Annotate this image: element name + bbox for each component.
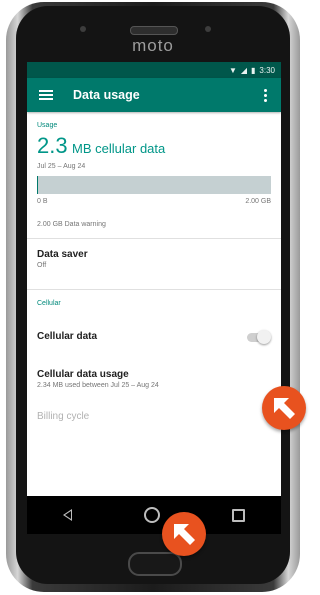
back-icon[interactable] <box>63 509 72 521</box>
usage-amount-value: 2.3 <box>37 133 68 158</box>
billing-cycle-label: Billing cycle <box>37 411 90 422</box>
more-vert-icon[interactable] <box>264 88 267 102</box>
usage-bar-max: 2.00 GB <box>245 198 271 205</box>
usage-section-label: Usage <box>37 122 58 129</box>
data-saver-title: Data saver <box>37 249 88 260</box>
status-bar: ▼ ◢ ▮ 3:30 <box>27 62 281 78</box>
cellular-data-usage-row[interactable]: Cellular data usage 2.34 MB used between… <box>27 369 281 389</box>
usage-amount-unit: MB cellular data <box>72 141 166 156</box>
brand-logo: moto <box>132 36 174 55</box>
data-saver-status: Off <box>37 262 47 269</box>
status-time: 3:30 <box>259 65 275 75</box>
hamburger-icon[interactable] <box>39 90 53 100</box>
screen: ▼ ◢ ▮ 3:30 Data usage Usage 2.3 MB cellu… <box>27 62 281 528</box>
usage-date-range: Jul 25 – Aug 24 <box>37 163 86 170</box>
cellular-data-label: Cellular data <box>37 331 98 342</box>
page-title: Data usage <box>73 88 140 102</box>
cellular-section-label: Cellular <box>37 300 61 307</box>
cellular-data-toggle[interactable] <box>247 330 271 344</box>
divider <box>27 289 281 290</box>
usage-bar <box>37 176 271 194</box>
toggle-knob[interactable] <box>257 330 271 344</box>
cellular-section: Cellular <box>27 300 281 307</box>
usage-amount: 2.3 MB cellular data <box>37 133 271 159</box>
recents-icon[interactable] <box>232 508 245 522</box>
navigation-bar <box>27 496 281 534</box>
battery-icon: ▮ <box>251 65 256 75</box>
data-saver-row[interactable]: Data saver Off <box>27 239 281 285</box>
cellular-data-usage-subtitle: 2.34 MB used between Jul 25 – Aug 24 <box>37 382 159 389</box>
pointer-arrow-icon <box>262 386 306 430</box>
usage-section: Usage 2.3 MB cellular data Jul 25 – Aug … <box>27 122 281 228</box>
sensor-dot <box>80 26 86 32</box>
billing-cycle-row[interactable]: Billing cycle <box>27 411 281 422</box>
data-warning: 2.00 GB Data warning <box>37 221 106 228</box>
wifi-icon: ▼ <box>228 65 237 75</box>
cellular-data-row[interactable]: Cellular data <box>27 330 281 351</box>
camera-dot <box>205 26 211 32</box>
usage-bar-min: 0 B <box>37 198 48 205</box>
earpiece <box>130 26 178 35</box>
signal-icon: ◢ <box>240 65 248 75</box>
usage-bar-labels: 0 B 2.00 GB <box>37 198 271 205</box>
cellular-data-usage-title: Cellular data usage <box>37 369 129 380</box>
app-bar: Data usage <box>27 78 281 112</box>
home-icon[interactable] <box>144 507 160 523</box>
pointer-arrow-icon <box>162 512 206 556</box>
